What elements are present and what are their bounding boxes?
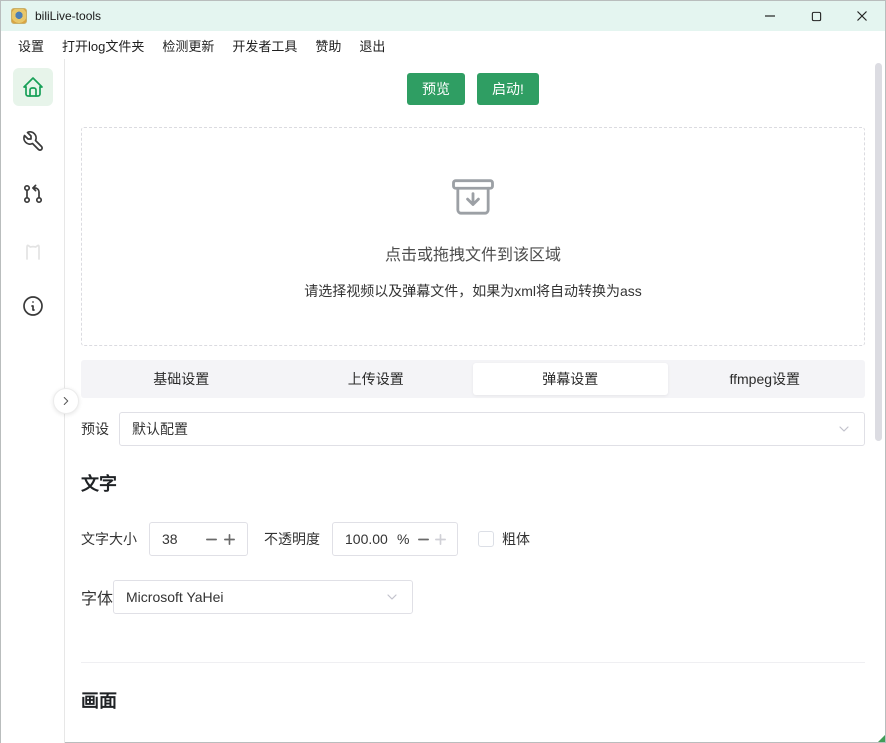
archive-download-icon [447,172,499,229]
bold-option: 粗体 [478,529,530,549]
menu-item-exit[interactable]: 退出 [350,33,394,58]
file-dropzone[interactable]: 点击或拖拽文件到该区域 请选择视频以及弹幕文件，如果为xml将自动转换为ass [81,127,865,346]
font-size-label: 文字大小 [81,529,137,549]
content: 预览 启动! 点击或拖拽文件到该区域 请选择视频以及弹幕文件，如果为xml将自动… [65,59,885,743]
menu-item-open-log-folder[interactable]: 打开log文件夹 [53,33,153,58]
plus-icon [434,533,447,546]
text-section-heading: 文字 [81,470,865,496]
dropzone-main-text: 点击或拖拽文件到该区域 [385,241,561,265]
titlebar: biliLive-tools [1,1,885,31]
minimize-icon [764,10,776,22]
main-row: 预览 启动! 点击或拖拽文件到该区域 请选择视频以及弹幕文件，如果为xml将自动… [1,59,885,743]
resize-grip[interactable] [878,735,885,742]
menu-item-devtools[interactable]: 开发者工具 [223,33,306,58]
scrollbar-thumb[interactable] [875,63,882,441]
info-icon [21,294,45,318]
sidebar-collapse-button[interactable] [53,388,79,414]
chevron-down-icon [384,589,400,605]
settings-tabs: 基础设置 上传设置 弹幕设置 ffmpeg设置 [81,360,865,398]
action-buttons: 预览 启动! [81,73,865,105]
cat-icon [21,239,45,263]
maximize-button[interactable] [793,1,839,31]
sidebar-item-tasks[interactable] [13,175,53,213]
sidebar-item-extra[interactable] [13,232,53,270]
font-size-input [149,522,248,556]
font-select[interactable]: Microsoft YaHei [113,580,413,614]
opacity-field[interactable] [345,531,397,547]
font-row: 字体 Microsoft YaHei [81,580,865,614]
opacity-unit: % [397,531,409,547]
sidebar-item-about[interactable] [13,287,53,325]
font-label: 字体 [81,585,113,609]
minus-icon [205,533,218,546]
wrench-icon [21,129,45,153]
opacity-increase-button[interactable] [432,523,449,555]
chevron-right-icon [59,394,73,408]
preset-label: 预设 [81,419,109,439]
menu-item-sponsor[interactable]: 赞助 [306,33,350,58]
screen-section-heading: 画面 [81,687,865,713]
menu-item-settings[interactable]: 设置 [9,33,53,58]
preset-value: 默认配置 [132,419,188,439]
font-size-decrease-button[interactable] [202,523,221,555]
tab-basic-settings[interactable]: 基础设置 [84,363,279,395]
git-pull-request-icon [21,182,45,206]
sidebar-item-tools[interactable] [13,122,53,160]
window-title: biliLive-tools [35,9,101,23]
preview-button[interactable]: 预览 [407,73,465,105]
dropzone-sub-text: 请选择视频以及弹幕文件，如果为xml将自动转换为ass [304,281,642,301]
tab-danmu-settings[interactable]: 弹幕设置 [473,363,668,395]
minimize-button[interactable] [747,1,793,31]
start-button[interactable]: 启动! [477,73,539,105]
sidebar-item-home[interactable] [13,68,53,106]
preset-row: 预设 默认配置 [81,412,865,446]
opacity-decrease-button[interactable] [415,523,432,555]
menu-item-check-update[interactable]: 检测更新 [153,33,223,58]
close-button[interactable] [839,1,885,31]
home-icon [21,75,45,99]
maximize-icon [811,11,822,22]
font-size-increase-button[interactable] [221,523,240,555]
tab-ffmpeg-settings[interactable]: ffmpeg设置 [668,363,863,395]
font-value: Microsoft YaHei [126,589,224,605]
menubar: 设置 打开log文件夹 检测更新 开发者工具 赞助 退出 [1,31,885,59]
bold-checkbox[interactable] [478,531,494,547]
opacity-label: 不透明度 [264,529,320,549]
tab-upload-settings[interactable]: 上传设置 [279,363,474,395]
opacity-input: % [332,522,458,556]
font-size-field[interactable] [162,531,202,547]
minus-icon [417,533,430,546]
preset-select[interactable]: 默认配置 [119,412,865,446]
chevron-down-icon [836,421,852,437]
app-icon [11,8,27,24]
plus-icon [223,533,236,546]
close-icon [856,10,868,22]
window-controls [747,1,885,31]
bold-label: 粗体 [502,529,530,549]
section-divider [81,662,865,663]
text-controls-row: 文字大小 不透明度 % [81,522,865,556]
